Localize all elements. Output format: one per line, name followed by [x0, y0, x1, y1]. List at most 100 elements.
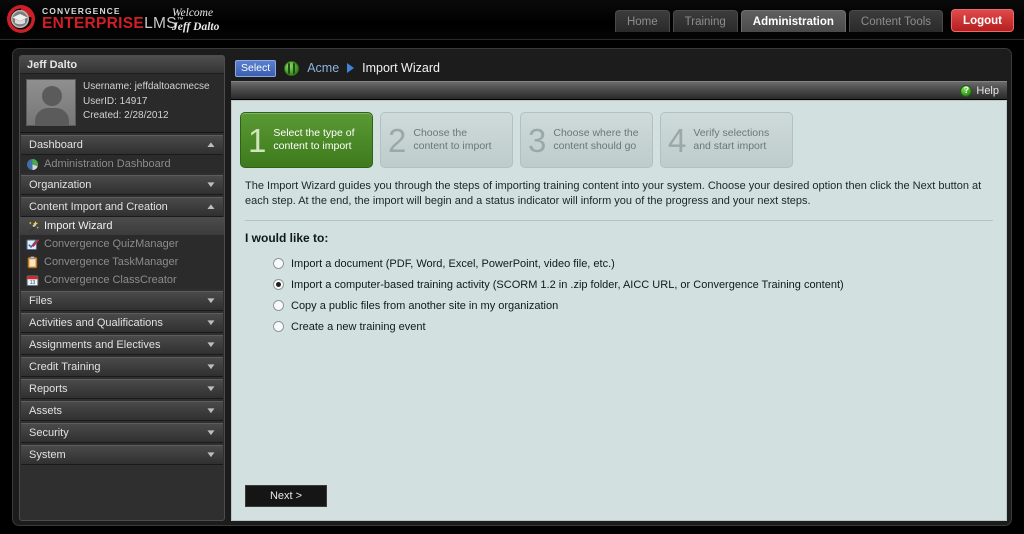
- sidebar-group-system-label: System: [29, 449, 66, 461]
- wizard-step-1[interactable]: 1 Select the type of content to import: [240, 112, 373, 168]
- sidebar-item-administration-dashboard[interactable]: Administration Dashboard: [20, 155, 224, 173]
- sidebar-group-files[interactable]: Files ▼: [21, 291, 223, 311]
- option-create-training-event-label: Create a new training event: [291, 320, 426, 333]
- nav-tab-training[interactable]: Training: [672, 10, 738, 32]
- sidebar-group-dashboard[interactable]: Dashboard ▲: [21, 135, 223, 155]
- wizard-step-3-text: Choose where the content should go: [553, 127, 638, 153]
- user-placeholder-avatar-icon: [26, 79, 76, 126]
- pie-chart-icon: [26, 158, 39, 171]
- sidebar-group-files-label: Files: [29, 295, 53, 307]
- sidebar-user-panel-title: Jeff Dalto: [20, 56, 224, 74]
- radio-copy-public-files[interactable]: [273, 300, 284, 311]
- nav-tab-content-tools[interactable]: Content Tools: [848, 10, 944, 32]
- welcome-message: Welcome Jeff Dalto: [172, 6, 219, 34]
- sidebar-group-assets[interactable]: Assets ▼: [21, 401, 223, 421]
- breadcrumb: Select Acme Import Wizard: [231, 55, 1007, 81]
- wizard-step-2[interactable]: 2 Choose the content to import: [380, 112, 513, 168]
- wizard-step-3-line1: Choose where the: [553, 127, 639, 139]
- option-copy-public-files[interactable]: Copy a public files from another site in…: [273, 295, 1006, 316]
- graduation-cap-swoosh-logo-icon: [6, 4, 36, 34]
- sidebar-group-security-label: Security: [29, 427, 69, 439]
- sidebar-group-activities-and-qualifications-label: Activities and Qualifications: [29, 317, 163, 329]
- sidebar-group-assignments-and-electives[interactable]: Assignments and Electives ▼: [21, 335, 223, 355]
- wizard-footer: Next >: [245, 485, 327, 507]
- sidebar-group-activities-and-qualifications[interactable]: Activities and Qualifications ▼: [21, 313, 223, 333]
- logo-line-enterprise: ENTERPRISE: [42, 14, 145, 32]
- wizard-panel: 1 Select the type of content to import 2…: [231, 100, 1007, 521]
- help-link[interactable]: Help: [976, 85, 999, 97]
- sidebar-item-convergence-quizmanager-label: Convergence QuizManager: [44, 238, 179, 250]
- magic-wand-icon: [26, 220, 39, 233]
- wizard-step-1-line2: content to import: [273, 140, 352, 152]
- sidebar-group-dashboard-label: Dashboard: [29, 139, 83, 151]
- brand-logo[interactable]: CONVERGENCE ENTERPRISELMS™: [6, 4, 184, 34]
- user-details: Username: jeffdaltoacmecse UserID: 14917…: [83, 79, 210, 126]
- wizard-step-1-text: Select the type of content to import: [273, 127, 354, 153]
- user-id: UserID: 14917: [83, 95, 148, 107]
- breadcrumb-link-acme[interactable]: Acme: [307, 61, 339, 75]
- option-create-training-event[interactable]: Create a new training event: [273, 316, 1006, 337]
- user-created-date: Created: 2/28/2012: [83, 110, 169, 121]
- sidebar-group-organization[interactable]: Organization ▼: [21, 175, 223, 195]
- nav-tab-administration[interactable]: Administration: [740, 10, 846, 32]
- wizard-step-2-line2: content to import: [413, 140, 492, 152]
- sidebar-group-credit-training-label: Credit Training: [29, 361, 101, 373]
- sidebar-item-import-wizard[interactable]: Import Wizard: [20, 217, 224, 235]
- logout-button[interactable]: Logout: [951, 9, 1014, 32]
- wizard-step-1-line1: Select the type of: [273, 127, 355, 139]
- wizard-step-4[interactable]: 4 Verify selections and start import: [660, 112, 793, 168]
- sidebar-group-credit-training[interactable]: Credit Training ▼: [21, 357, 223, 377]
- sidebar-menu: Dashboard ▲ Administration Dashboard Org…: [20, 135, 224, 465]
- next-button[interactable]: Next >: [245, 485, 327, 507]
- option-import-document-label: Import a document (PDF, Word, Excel, Pow…: [291, 257, 615, 270]
- green-globe-icon: [284, 60, 300, 76]
- sidebar-item-convergence-quizmanager[interactable]: Convergence QuizManager: [20, 235, 224, 253]
- main-navigation-tabs: Home Training Administration Content Too…: [614, 9, 1014, 32]
- wizard-step-2-line1: Choose the: [413, 127, 468, 139]
- sidebar-item-convergence-classcreator[interactable]: 13 Convergence ClassCreator: [20, 271, 224, 289]
- breadcrumb-current-page: Import Wizard: [362, 61, 440, 75]
- sidebar-group-organization-label: Organization: [29, 179, 92, 191]
- wizard-step-4-number: 4: [668, 121, 687, 159]
- sidebar-item-convergence-taskmanager[interactable]: Convergence TaskManager: [20, 253, 224, 271]
- wizard-step-3-number: 3: [528, 121, 547, 159]
- chevron-down-icon: ▼: [205, 296, 217, 305]
- chevron-down-icon: ▼: [205, 450, 217, 459]
- radio-import-document[interactable]: [273, 258, 284, 269]
- sidebar-group-reports[interactable]: Reports ▼: [21, 379, 223, 399]
- left-sidebar: Jeff Dalto Username: jeffdaltoacmecse Us…: [19, 55, 225, 521]
- import-type-radio-group: Import a document (PDF, Word, Excel, Pow…: [232, 245, 1006, 337]
- option-import-cbt-activity[interactable]: Import a computer-based training activit…: [273, 274, 1006, 295]
- sidebar-group-assignments-and-electives-label: Assignments and Electives: [29, 339, 161, 351]
- chevron-up-icon: ▲: [205, 202, 217, 211]
- brand-logo-text: CONVERGENCE ENTERPRISELMS™: [42, 6, 184, 32]
- help-question-icon: ?: [960, 84, 973, 97]
- sidebar-group-system[interactable]: System ▼: [21, 445, 223, 465]
- nav-tab-home[interactable]: Home: [614, 10, 670, 32]
- sidebar-item-convergence-taskmanager-label: Convergence TaskManager: [44, 256, 179, 268]
- calendar-icon: 13: [26, 274, 39, 287]
- welcome-user-name: Jeff Dalto: [172, 21, 220, 33]
- sidebar-group-security[interactable]: Security ▼: [21, 423, 223, 443]
- quiz-checkbox-pen-icon: [26, 238, 40, 251]
- chevron-down-icon: ▼: [205, 406, 217, 415]
- help-bar: ? Help: [231, 81, 1007, 100]
- wizard-step-1-number: 1: [248, 121, 267, 159]
- sidebar-item-import-wizard-label: Import Wizard: [44, 220, 113, 232]
- clipboard-icon: [26, 255, 39, 269]
- options-prompt: I would like to:: [245, 231, 329, 245]
- welcome-greeting: Welcome: [172, 7, 214, 19]
- select-button[interactable]: Select: [235, 59, 277, 77]
- wizard-step-3-line2: content should go: [553, 140, 637, 152]
- chevron-down-icon: ▼: [205, 384, 217, 393]
- main-content-area: Select Acme Import Wizard ? Help 1 Selec…: [231, 55, 1007, 521]
- sidebar-group-content-import-and-creation[interactable]: Content Import and Creation ▲: [21, 197, 223, 217]
- wizard-step-3[interactable]: 3 Choose where the content should go: [520, 112, 653, 168]
- option-import-document[interactable]: Import a document (PDF, Word, Excel, Pow…: [273, 253, 1006, 274]
- radio-create-training-event[interactable]: [273, 321, 284, 332]
- chevron-down-icon: ▼: [205, 428, 217, 437]
- wizard-step-4-line2: and start import: [693, 140, 767, 152]
- triangle-right-icon: [347, 63, 355, 73]
- radio-import-cbt-activity[interactable]: [273, 279, 284, 290]
- wizard-step-2-number: 2: [388, 121, 407, 159]
